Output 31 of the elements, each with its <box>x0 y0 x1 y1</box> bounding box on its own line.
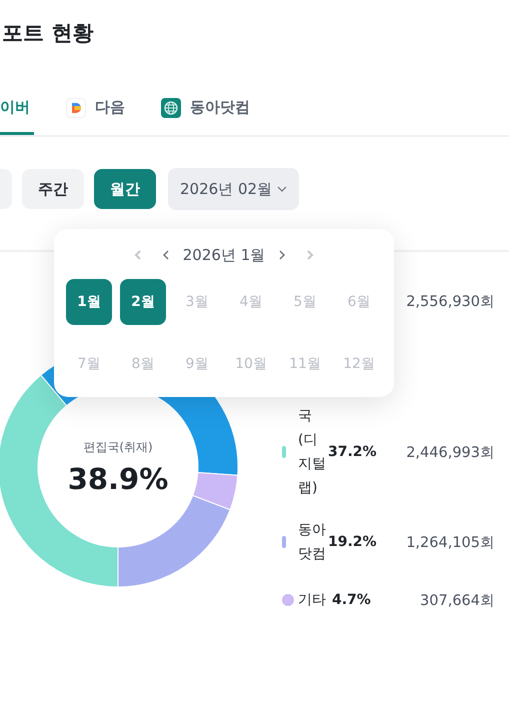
legend-percent: 37.2% <box>328 444 377 460</box>
center-value: 38.9% <box>68 462 168 496</box>
tab[interactable]: 동아닷컴 <box>157 95 254 135</box>
legend-percent: 4.7% <box>332 592 371 608</box>
picker-title: 2026년 1월 <box>182 246 266 264</box>
double-chevron-left-icon[interactable] <box>132 249 143 261</box>
legend-count: 1,264,105회 <box>406 534 495 550</box>
donut-slice <box>192 472 238 510</box>
period-button[interactable]: 주간 <box>22 169 84 209</box>
donut-slice <box>118 495 231 588</box>
chevron-right-icon[interactable] <box>277 249 288 261</box>
chevron-down-icon <box>277 186 288 192</box>
tab[interactable]: 이버 <box>0 95 34 135</box>
legend-name: 기타 <box>298 592 326 608</box>
legend-percent: 19.2% <box>328 534 377 550</box>
period-button[interactable]: 월간 <box>94 169 156 209</box>
month-button[interactable]: 2월 <box>120 279 166 325</box>
month-dropdown[interactable]: 2026년 02월 <box>168 168 300 210</box>
page-title: 포트 현황 <box>2 20 94 47</box>
letter-d-icon <box>66 98 86 118</box>
legend-name: 동아닷컴 <box>298 522 326 562</box>
month-button[interactable]: 1월 <box>66 279 112 325</box>
legend-count: 2,446,993회 <box>406 444 495 460</box>
double-chevron-right-icon[interactable] <box>305 249 316 261</box>
center-label: 편집국(취재) <box>83 438 153 456</box>
globe-icon <box>161 98 181 118</box>
chevron-left-icon[interactable] <box>160 249 171 261</box>
legend-name: 국(디지털랩) <box>298 408 326 496</box>
legend-count: 307,664회 <box>420 592 495 608</box>
tab[interactable]: 다음 <box>62 95 129 135</box>
legend-count: 2,556,930회 <box>406 294 495 310</box>
